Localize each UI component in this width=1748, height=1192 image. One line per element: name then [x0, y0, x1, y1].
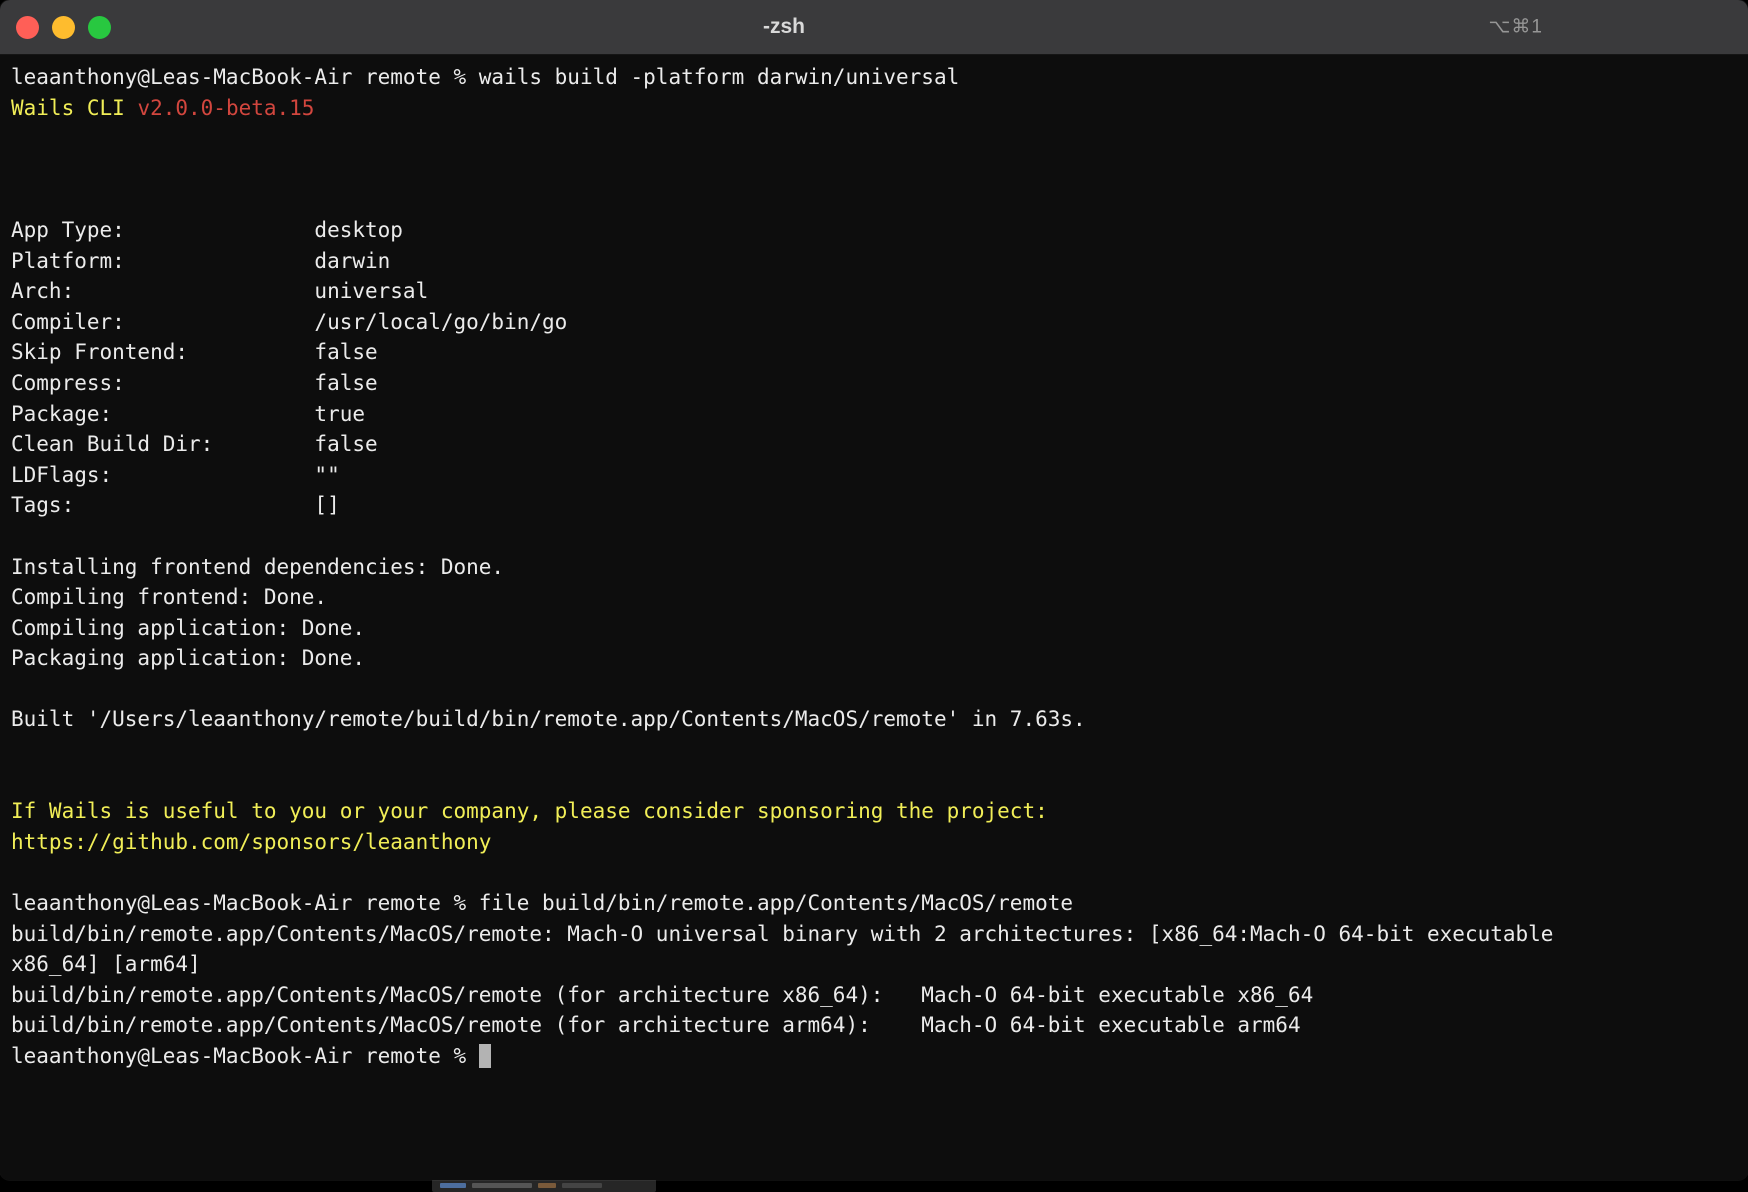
- background-fragment-detail: [440, 1183, 466, 1188]
- terminal-line: build/bin/remote.app/Contents/MacOS/remo…: [11, 980, 1737, 1011]
- terminal-text: build/bin/remote.app/Contents/MacOS/remo…: [11, 983, 1313, 1007]
- terminal-text: Compress: false: [11, 371, 378, 395]
- terminal-line: LDFlags: "": [11, 460, 1737, 491]
- terminal-line: Compiler: /usr/local/go/bin/go: [11, 307, 1737, 338]
- terminal-line: leaanthony@Leas-MacBook-Air remote % fil…: [11, 888, 1737, 919]
- terminal-line: Wails CLI v2.0.0-beta.15: [11, 93, 1737, 124]
- terminal-text: If Wails is useful to you or your compan…: [11, 799, 1048, 823]
- terminal-text: build/bin/remote.app/Contents/MacOS/remo…: [11, 1013, 1301, 1037]
- terminal-line: Package: true: [11, 399, 1737, 430]
- terminal-text: Skip Frontend: false: [11, 340, 378, 364]
- background-fragment-detail: [538, 1183, 556, 1188]
- terminal-text: x86_64] [arm64]: [11, 952, 201, 976]
- terminal-text: Clean Build Dir: false: [11, 432, 378, 456]
- terminal-text: Packaging application: Done.: [11, 646, 365, 670]
- terminal-line: Compiling application: Done.: [11, 613, 1737, 644]
- terminal-text: Arch: universal: [11, 279, 428, 303]
- terminal-text: Compiler: /usr/local/go/bin/go: [11, 310, 567, 334]
- terminal-line: [11, 857, 1737, 888]
- window-titlebar[interactable]: -zsh ⌥⌘1: [0, 0, 1748, 55]
- terminal-line: build/bin/remote.app/Contents/MacOS/remo…: [11, 1010, 1737, 1041]
- minimize-button[interactable]: [52, 16, 75, 39]
- terminal-text: https://github.com/sponsors/leaanthony: [11, 830, 491, 854]
- terminal-text: Installing frontend dependencies: Done.: [11, 555, 504, 579]
- background-fragment-detail: [472, 1183, 532, 1188]
- terminal-line: [11, 123, 1737, 154]
- terminal-text: App Type: desktop: [11, 218, 403, 242]
- close-button[interactable]: [16, 16, 39, 39]
- terminal-line: [11, 674, 1737, 705]
- desktop-background: -zsh ⌥⌘1 leaanthony@Leas-MacBook-Air rem…: [0, 0, 1748, 1192]
- terminal-line: leaanthony@Leas-MacBook-Air remote %: [11, 1041, 1737, 1072]
- terminal-line: x86_64] [arm64]: [11, 949, 1737, 980]
- terminal-text: Platform: darwin: [11, 249, 390, 273]
- terminal-line: leaanthony@Leas-MacBook-Air remote % wai…: [11, 62, 1737, 93]
- terminal-line: Installing frontend dependencies: Done.: [11, 552, 1737, 583]
- terminal-window: -zsh ⌥⌘1 leaanthony@Leas-MacBook-Air rem…: [0, 0, 1748, 1180]
- keyboard-shortcut-hint: ⌥⌘1: [1489, 16, 1543, 39]
- terminal-line: Clean Build Dir: false: [11, 429, 1737, 460]
- terminal-line: build/bin/remote.app/Contents/MacOS/remo…: [11, 919, 1737, 950]
- terminal-text: Compiling frontend: Done.: [11, 585, 327, 609]
- traffic-lights: [16, 0, 111, 54]
- terminal-line: Platform: darwin: [11, 246, 1737, 277]
- terminal-text: LDFlags: "": [11, 463, 340, 487]
- terminal-line: [11, 766, 1737, 797]
- terminal-text: leaanthony@Leas-MacBook-Air remote % fil…: [11, 891, 1073, 915]
- terminal-line: Arch: universal: [11, 276, 1737, 307]
- terminal-line: Packaging application: Done.: [11, 643, 1737, 674]
- terminal-cursor: [479, 1044, 492, 1068]
- terminal-text: Tags: []: [11, 493, 340, 517]
- background-window-fragment: [432, 1179, 656, 1192]
- terminal-line: [11, 154, 1737, 185]
- zoom-button[interactable]: [88, 16, 111, 39]
- terminal-text: Wails CLI: [11, 96, 137, 120]
- terminal-text: Compiling application: Done.: [11, 616, 365, 640]
- terminal-line: App Type: desktop: [11, 215, 1737, 246]
- terminal-text: leaanthony@Leas-MacBook-Air remote %: [11, 1044, 479, 1068]
- terminal-text: Built '/Users/leaanthony/remote/build/bi…: [11, 707, 1086, 731]
- terminal-line: Tags: []: [11, 490, 1737, 521]
- terminal-line: Compiling frontend: Done.: [11, 582, 1737, 613]
- terminal-line: [11, 521, 1737, 552]
- terminal-line: If Wails is useful to you or your compan…: [11, 796, 1737, 827]
- terminal-output[interactable]: leaanthony@Leas-MacBook-Air remote % wai…: [0, 55, 1748, 1079]
- background-fragment-detail: [562, 1183, 602, 1188]
- terminal-line: Compress: false: [11, 368, 1737, 399]
- terminal-text: v2.0.0-beta.15: [137, 96, 314, 120]
- terminal-line: [11, 184, 1737, 215]
- terminal-text: build/bin/remote.app/Contents/MacOS/remo…: [11, 922, 1553, 946]
- terminal-line: Skip Frontend: false: [11, 337, 1737, 368]
- terminal-line: Built '/Users/leaanthony/remote/build/bi…: [11, 704, 1737, 735]
- terminal-text: leaanthony@Leas-MacBook-Air remote % wai…: [11, 65, 959, 89]
- terminal-line: https://github.com/sponsors/leaanthony: [11, 827, 1737, 858]
- terminal-text: Package: true: [11, 402, 365, 426]
- window-title: -zsh: [763, 15, 805, 39]
- terminal-line: [11, 735, 1737, 766]
